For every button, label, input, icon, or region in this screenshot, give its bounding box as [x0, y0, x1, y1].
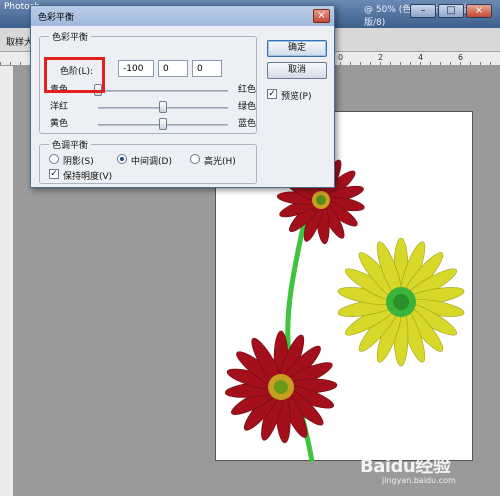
red-flower-bottom — [224, 330, 338, 444]
sample-size-label[interactable]: 取样大 — [6, 35, 33, 48]
preserve-luminosity-checkbox[interactable]: ✓ — [49, 169, 59, 179]
midtones-label[interactable]: 中间调(D) — [131, 154, 172, 167]
vertical-ruler — [0, 66, 14, 496]
ruler-number: 6 — [458, 53, 464, 62]
level-yellow-blue-input[interactable] — [192, 60, 222, 77]
yellow-flower — [337, 237, 465, 367]
ruler-number: 4 — [418, 53, 424, 62]
dialog-title: 色彩平衡 — [38, 13, 75, 23]
slider-right-label: 绿色 — [238, 102, 257, 112]
highlights-label[interactable]: 高光(H) — [204, 154, 236, 167]
tone-balance-group: 色调平衡 阴影(S) 中间调(D) 高光(H) ✓ 保持明度(V) — [39, 138, 257, 184]
minimize-button[interactable]: – — [410, 4, 436, 18]
color-balance-legend: 色彩平衡 — [49, 30, 92, 43]
level-magenta-green-input[interactable] — [158, 60, 188, 77]
cancel-button[interactable]: 取消 — [267, 62, 327, 79]
slider-thumb[interactable] — [159, 101, 167, 113]
preserve-luminosity-label[interactable]: 保持明度(V) — [63, 169, 112, 182]
shadows-label[interactable]: 阴影(S) — [63, 154, 94, 167]
slider-right-label: 红色 — [238, 85, 257, 95]
slider-left-label: 黄色 — [50, 119, 69, 129]
midtones-radio[interactable] — [117, 154, 127, 164]
ruler-number: 2 — [378, 53, 384, 62]
preview-checkbox[interactable]: ✓ — [267, 89, 277, 99]
close-window-button[interactable]: × — [466, 4, 492, 18]
shadows-radio[interactable] — [49, 154, 59, 164]
slider-track[interactable] — [98, 90, 228, 92]
baidu-watermark: Baidu经验 jingyan.baidu.com — [360, 452, 456, 485]
tone-balance-legend: 色调平衡 — [49, 138, 92, 151]
level-cyan-red-input[interactable] — [118, 60, 154, 77]
watermark-text: Baidu经验 — [360, 456, 451, 477]
ok-button[interactable]: 确定 — [267, 40, 327, 57]
color-balance-dialog: 色彩平衡 × 色彩平衡 色阶(L): 青色 红色 洋红 绿色 黄色 — [30, 5, 335, 188]
annotation-highlight-box — [44, 57, 105, 93]
slider-right-label: 蓝色 — [238, 119, 257, 129]
dialog-titlebar[interactable]: 色彩平衡 × — [31, 6, 334, 26]
dialog-body: 色彩平衡 色阶(L): 青色 红色 洋红 绿色 黄色 蓝色 — [31, 26, 334, 187]
slider-left-label: 洋红 — [50, 102, 69, 112]
watermark-url: jingyan.baidu.com — [382, 476, 456, 485]
dialog-close-button[interactable]: × — [313, 9, 330, 23]
slider-magenta-green: 洋红 绿色 — [40, 98, 268, 113]
ruler-number: 0 — [338, 53, 344, 62]
preview-label[interactable]: 预览(P) — [281, 89, 311, 102]
restore-button[interactable]: □ — [438, 4, 464, 18]
highlights-radio[interactable] — [190, 154, 200, 164]
slider-thumb[interactable] — [159, 118, 167, 130]
slider-yellow-blue: 黄色 蓝色 — [40, 115, 268, 130]
